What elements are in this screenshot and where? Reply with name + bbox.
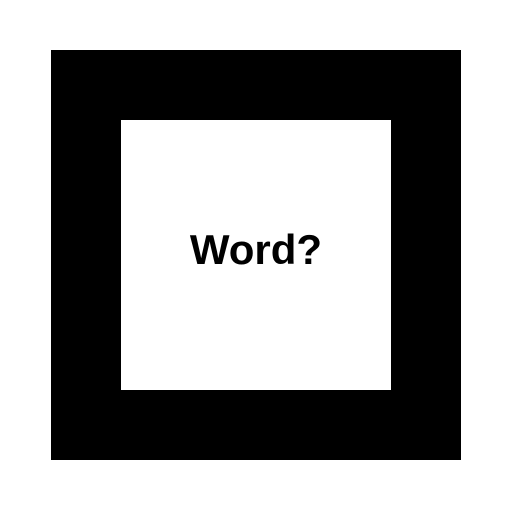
canvas: Word? (0, 0, 512, 512)
word-prompt-text: Word? (189, 226, 323, 273)
inner-white-panel: Word? (121, 120, 391, 390)
black-square-frame: Word? (51, 50, 461, 460)
